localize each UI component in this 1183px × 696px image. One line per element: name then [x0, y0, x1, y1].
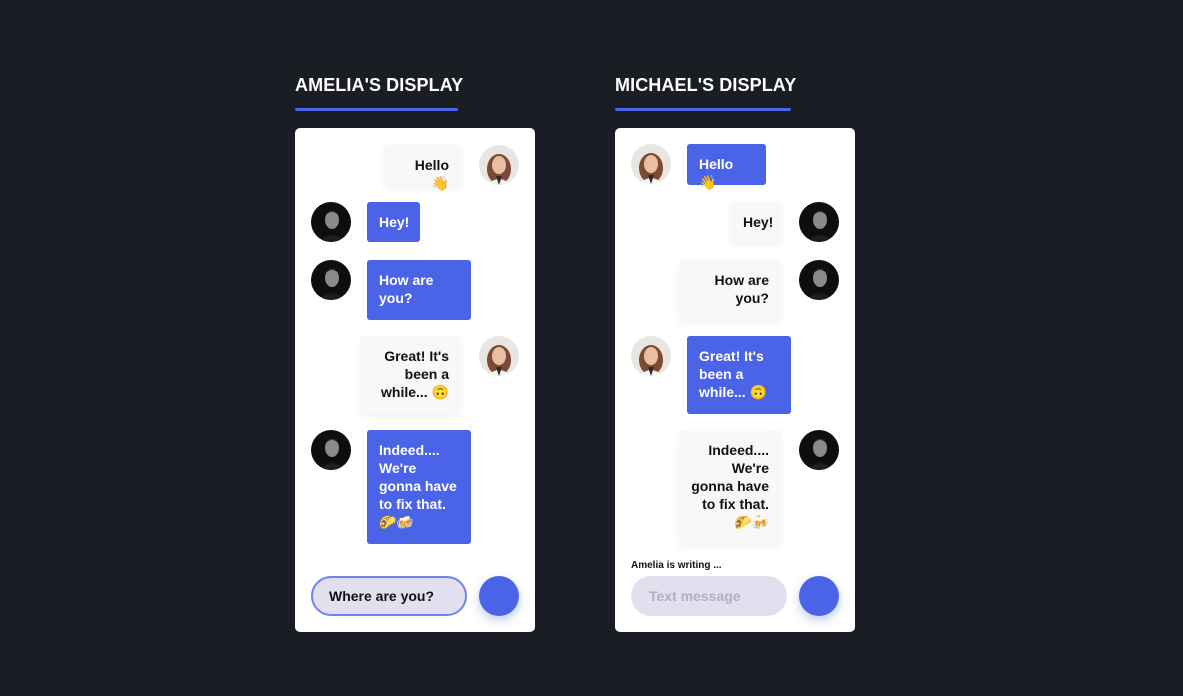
send-button[interactable] [799, 576, 839, 616]
michael-photo-icon [311, 430, 351, 470]
chat-message-sent: How are you? [679, 260, 781, 320]
chat-card: Hello 👋 Hey! How are you? Great! It's be… [295, 128, 535, 632]
title-underline [295, 108, 458, 111]
michael-photo-icon [799, 430, 839, 470]
send-button[interactable] [479, 576, 519, 616]
chat-message-received: Hey! [367, 202, 420, 242]
title-underline [615, 108, 791, 111]
avatar-michael [311, 430, 351, 470]
avatar-amelia [479, 336, 519, 376]
avatar-michael [799, 430, 839, 470]
avatar-michael [311, 260, 351, 300]
chat-message-received: Indeed.... We're gonna have to fix that.… [367, 430, 471, 544]
avatar-amelia [479, 145, 519, 185]
avatar-amelia [631, 144, 671, 184]
michael-photo-icon [311, 260, 351, 300]
chat-message-sent: Great! It's been a while... 🙃 [361, 336, 461, 414]
typing-indicator: Amelia is writing ... [631, 560, 722, 571]
chat-message-sent: Hey! [731, 202, 781, 242]
avatar-michael [311, 202, 351, 242]
amelia-photo-icon [479, 145, 519, 185]
avatar-michael [799, 202, 839, 242]
amelia-photo-icon [631, 144, 671, 184]
avatar-michael [799, 260, 839, 300]
chat-message-received: Hello 👋 [687, 144, 766, 190]
amelia-display-title: AMELIA'S DISPLAY [295, 75, 464, 95]
amelia-photo-icon [631, 336, 671, 376]
michael-photo-icon [799, 260, 839, 300]
chat-message-received: How are you? [367, 260, 471, 320]
message-input[interactable]: Where are you? [311, 576, 467, 616]
michael-photo-icon [799, 202, 839, 242]
avatar-amelia [631, 336, 671, 376]
michael-display-title: MICHAEL'S DISPLAY [615, 75, 797, 95]
chat-card: Hello 👋 Hey! How are you? Great! It's be… [615, 128, 855, 632]
chat-message-received: Great! It's been a while... 🙃 [687, 336, 791, 414]
michael-photo-icon [311, 202, 351, 242]
chat-message-sent: Indeed.... We're gonna have to fix that.… [679, 430, 781, 544]
amelia-photo-icon [479, 336, 519, 376]
chat-message-sent: Hello 👋 [384, 145, 461, 191]
message-input[interactable]: Text message [631, 576, 787, 616]
